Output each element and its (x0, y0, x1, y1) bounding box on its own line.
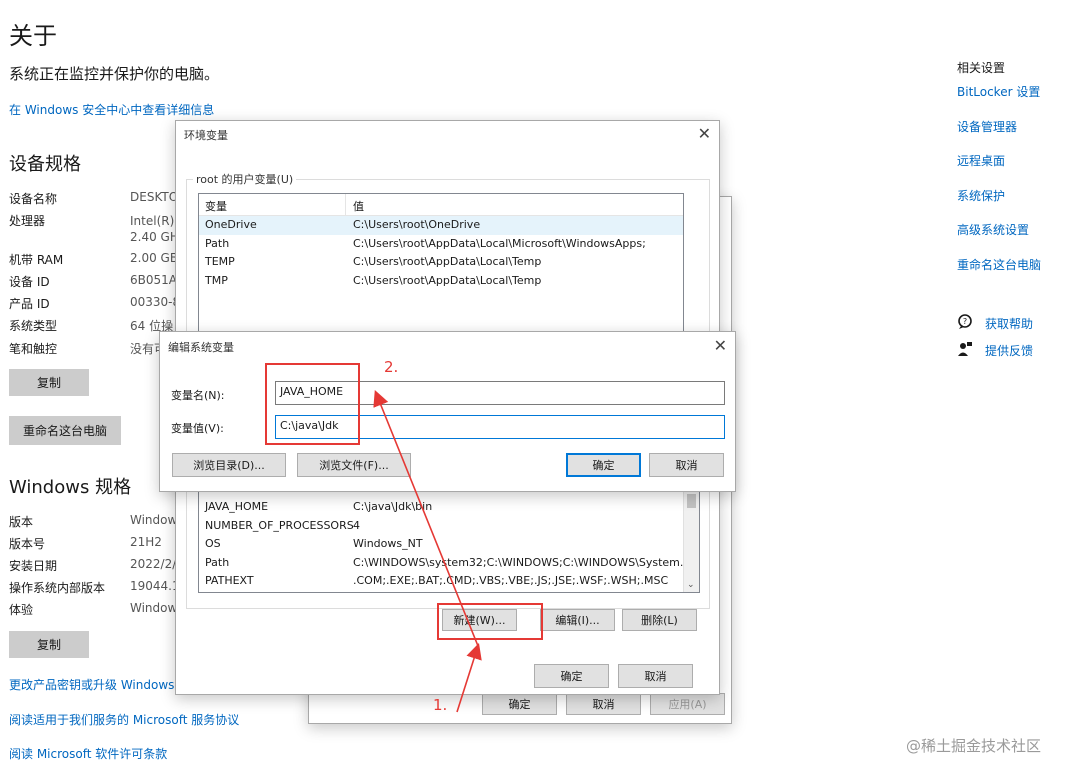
annotation-arrows (373, 390, 482, 713)
arrow-to-name-field (373, 390, 479, 647)
watermark: @稀土掘金技术社区 (906, 737, 1042, 755)
arrow-to-new-button (456, 642, 482, 713)
